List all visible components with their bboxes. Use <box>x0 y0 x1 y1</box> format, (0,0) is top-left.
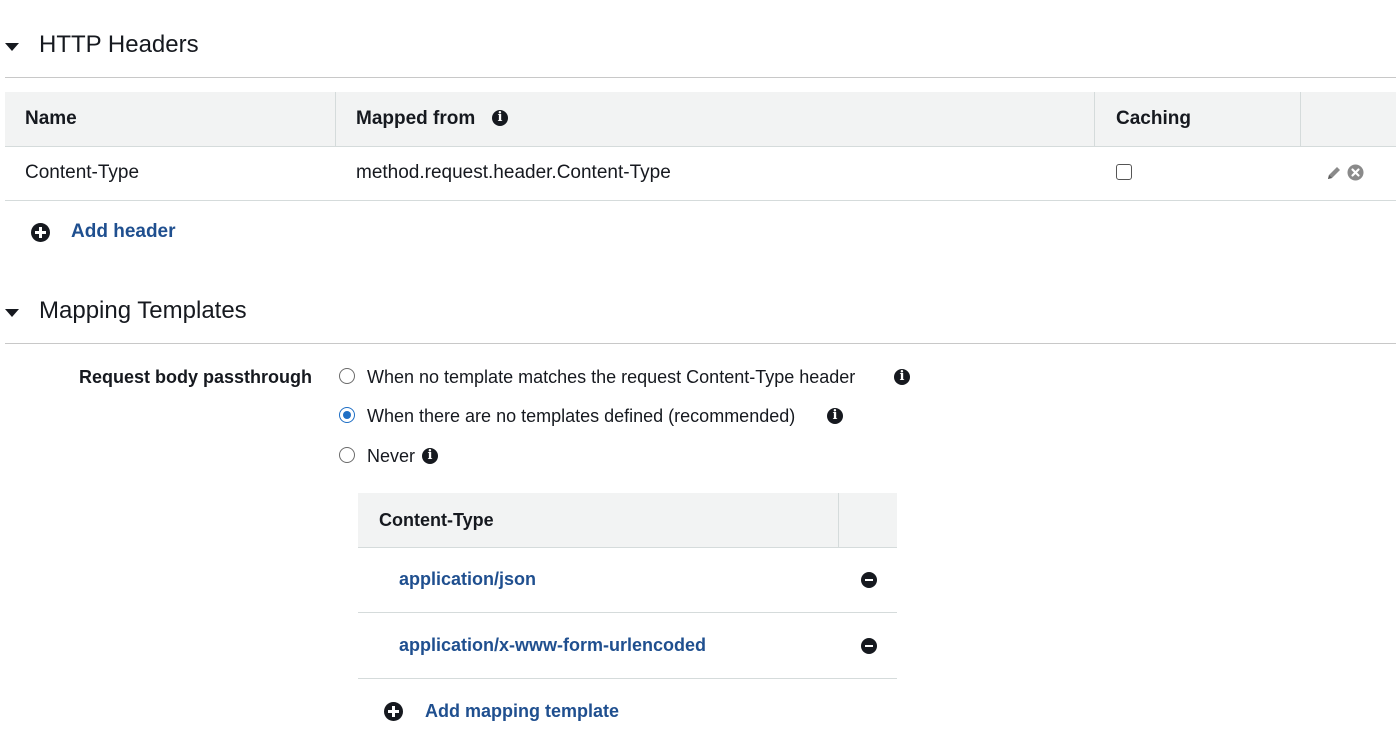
header-name-cell: Content-Type <box>25 162 140 183</box>
column-divider <box>335 92 336 146</box>
table-row: application/json <box>358 547 897 613</box>
passthrough-label: Request body passthrough <box>79 367 313 387</box>
passthrough-radio-never[interactable] <box>339 447 355 463</box>
add-mapping-template-icon[interactable] <box>384 702 403 721</box>
column-divider <box>838 493 839 547</box>
content-type-link[interactable]: application/x-www-form-urlencoded <box>399 635 706 656</box>
info-icon[interactable]: i <box>894 369 910 385</box>
column-divider <box>1300 92 1301 146</box>
column-header-name: Name <box>25 108 77 129</box>
info-icon[interactable]: i <box>492 110 508 126</box>
content-type-link[interactable]: application/json <box>399 569 536 590</box>
http-headers-table: Name Mapped from i Caching Content-Type … <box>5 92 1396 201</box>
add-header-icon[interactable] <box>31 223 50 242</box>
http-headers-title[interactable]: HTTP Headers <box>39 31 199 59</box>
section-divider <box>5 343 1396 344</box>
content-type-table: Content-Type application/json applicatio… <box>358 493 897 680</box>
remove-icon[interactable] <box>861 572 877 588</box>
info-icon[interactable]: i <box>827 408 843 424</box>
caching-checkbox[interactable] <box>1116 164 1132 180</box>
section-divider <box>5 77 1396 78</box>
delete-circle-icon[interactable] <box>1347 164 1364 181</box>
mapping-templates-title[interactable]: Mapping Templates <box>39 297 247 325</box>
expand-caret-icon[interactable] <box>5 43 19 51</box>
column-header-mapped-from: Mapped from <box>356 108 476 129</box>
passthrough-option-label[interactable]: When there are no templates defined (rec… <box>367 406 795 427</box>
passthrough-option-label[interactable]: Never <box>367 446 415 467</box>
column-divider <box>1094 92 1095 146</box>
passthrough-radio-no-match[interactable] <box>339 368 355 384</box>
mapped-from-cell: method.request.header.Content-Type <box>356 162 671 183</box>
column-header-caching: Caching <box>1116 108 1191 129</box>
info-icon[interactable]: i <box>422 448 438 464</box>
add-mapping-template-link[interactable]: Add mapping template <box>425 701 619 722</box>
add-header-link[interactable]: Add header <box>71 221 176 243</box>
table-row: Content-Type method.request.header.Conte… <box>5 146 1396 201</box>
column-header-content-type: Content-Type <box>379 510 494 530</box>
passthrough-radio-no-templates[interactable] <box>339 407 355 423</box>
expand-caret-icon[interactable] <box>5 309 19 317</box>
passthrough-option-label[interactable]: When no template matches the request Con… <box>367 367 855 388</box>
table-row: application/x-www-form-urlencoded <box>358 613 897 679</box>
pencil-icon[interactable] <box>1326 165 1342 181</box>
remove-icon[interactable] <box>861 638 877 654</box>
